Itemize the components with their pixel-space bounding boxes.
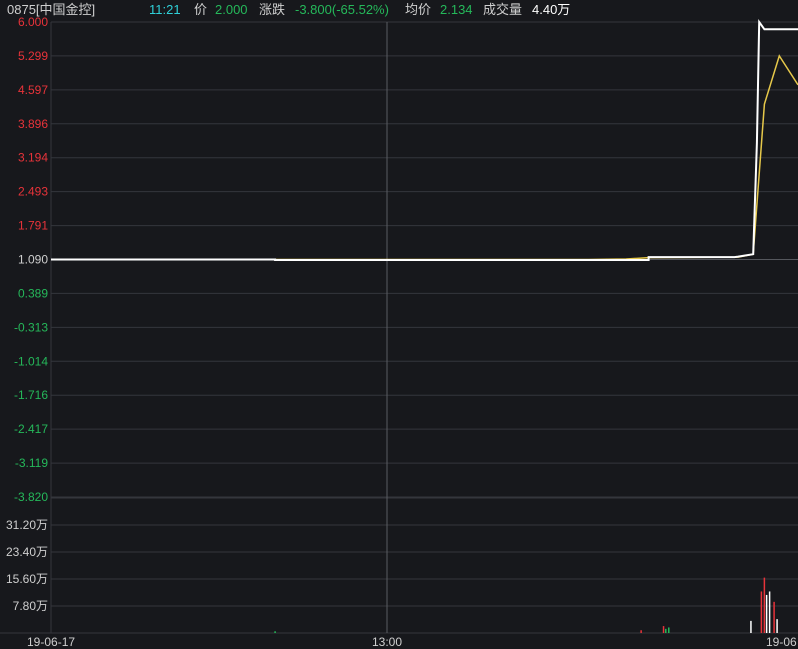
x-label-start: 19-06-17 bbox=[27, 635, 75, 649]
price-tick-label: -1.716 bbox=[14, 388, 48, 402]
price-tick-label: -2.417 bbox=[14, 422, 48, 436]
price-tick-label: 1.791 bbox=[18, 219, 48, 233]
price-tick-label: 6.000 bbox=[18, 15, 48, 29]
volume-tick-label: 7.80万 bbox=[13, 599, 48, 613]
price-tick-label: 3.896 bbox=[18, 117, 48, 131]
price-tick-label: 0.389 bbox=[18, 286, 48, 300]
volume-tick-label: 23.40万 bbox=[6, 545, 48, 559]
price-tick-label: -3.119 bbox=[15, 456, 48, 470]
price-tick-label: -0.313 bbox=[14, 320, 48, 334]
price-line bbox=[51, 18, 798, 261]
x-label-end: 19-06 bbox=[766, 635, 797, 649]
price-tick-label: 2.493 bbox=[18, 185, 48, 199]
price-tick-label: 5.299 bbox=[18, 49, 48, 63]
volume-tick-label: 15.60万 bbox=[6, 572, 48, 586]
price-tick-label: 3.194 bbox=[18, 151, 48, 165]
price-tick-label: -3.820 bbox=[14, 490, 48, 504]
price-tick-label: 4.597 bbox=[18, 83, 48, 97]
price-tick-label: 1.090 bbox=[18, 253, 48, 267]
volume-tick-label: 31.20万 bbox=[6, 518, 48, 532]
intraday-chart[interactable]: 6.000 5.299 4.597 3.896 3.194 2.493 1.791 1.090… bbox=[0, 0, 798, 649]
x-label-midday: 13:00 bbox=[372, 635, 402, 649]
price-tick-label: -1.014 bbox=[14, 354, 48, 368]
